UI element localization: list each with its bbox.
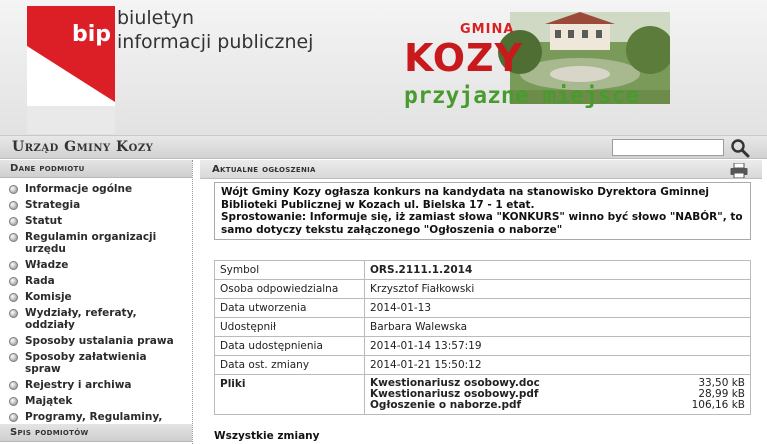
bullet-icon <box>9 201 18 210</box>
print-icon[interactable] <box>730 163 748 178</box>
sidebar-item-majatek[interactable]: Majątek <box>9 394 192 408</box>
table-row: Symbol ORS.2111.1.2014 <box>214 260 751 280</box>
meta-value: ORS.2111.1.2014 <box>364 260 751 280</box>
bullet-icon <box>9 261 18 270</box>
file-list: Kwestionariusz osobowy.doc 33,50 kB Kwes… <box>370 378 745 411</box>
sidebar-item-label[interactable]: Komisje <box>25 291 183 303</box>
meta-key: Data utworzenia <box>214 298 365 318</box>
sidebar-item-label[interactable]: Strategia <box>25 199 183 211</box>
table-row: Osoba odpowiedzialna Krzysztof Fiałkowsk… <box>214 279 751 299</box>
sidebar-item-regulamin[interactable]: Regulamin organizacji urzędu <box>9 230 192 256</box>
meta-value: Krzysztof Fiałkowski <box>364 279 751 299</box>
sidebar-divider <box>192 160 193 444</box>
sidebar-item-label[interactable]: Władze <box>25 259 183 271</box>
table-row-files: Pliki Kwestionariusz osobowy.doc 33,50 k… <box>214 374 751 415</box>
meta-key: Data ost. zmiany <box>214 355 365 375</box>
site-title[interactable]: Urząd Gminy Kozy <box>12 139 153 155</box>
files-cell: Kwestionariusz osobowy.doc 33,50 kB Kwes… <box>364 374 751 415</box>
sidebar-item-label[interactable]: Sposoby załatwienia spraw <box>25 351 183 375</box>
sidebar-item-label[interactable]: Rada <box>25 275 183 287</box>
bip-logo[interactable]: bip <box>27 6 115 134</box>
meta-key: Symbol <box>214 260 365 280</box>
sidebar-item-statut[interactable]: Statut <box>9 214 192 228</box>
table-row: Udostępnił Barbara Walewska <box>214 317 751 337</box>
meta-value: 2014-01-14 13:57:19 <box>364 336 751 356</box>
bip-badge-text: bip <box>72 22 111 47</box>
meta-value: 2014-01-13 <box>364 298 751 318</box>
sidebar-item-rada[interactable]: Rada <box>9 274 192 288</box>
meta-key: Osoba odpowiedzialna <box>214 279 365 299</box>
bullet-icon <box>9 381 18 390</box>
sidebar-item-informacje-ogolne[interactable]: Informacje ogólne <box>9 182 192 196</box>
bullet-icon <box>9 337 18 346</box>
sidebar-item-label[interactable]: Wydziały, referaty, oddziały <box>25 307 183 331</box>
sidebar-item-wladze[interactable]: Władze <box>9 258 192 272</box>
bullet-icon <box>9 397 18 406</box>
meta-key: Data udostępnienia <box>214 336 365 356</box>
sidebar-item-label[interactable]: Sposoby ustalania prawa <box>25 335 183 347</box>
file-link[interactable]: Ogłoszenie o naborze.pdf <box>370 400 521 411</box>
search-icon[interactable] <box>730 138 750 158</box>
sidebar-item-strategia[interactable]: Strategia <box>9 198 192 212</box>
bullet-icon <box>9 217 18 226</box>
sidebar-item-label[interactable]: Regulamin organizacji urzędu <box>25 231 183 255</box>
bullet-icon <box>9 277 18 286</box>
sidebar-item-wydzialy[interactable]: Wydziały, referaty, oddziały <box>9 306 192 332</box>
bip-line2: informacji publicznej <box>117 31 314 53</box>
bullet-icon <box>9 233 18 242</box>
meta-value: Barbara Walewska <box>364 317 751 337</box>
table-row: Data ost. zmiany 2014-01-21 15:50:12 <box>214 355 751 375</box>
file-size: 106,16 kB <box>691 399 745 411</box>
search-input[interactable] <box>612 139 724 156</box>
table-row: Data utworzenia 2014-01-13 <box>214 298 751 318</box>
bip-line1: biuletyn <box>117 7 195 29</box>
sidebar-item-label[interactable]: Informacje ogólne <box>25 183 183 195</box>
bullet-icon <box>9 413 18 422</box>
announcement-text: Wójt Gminy Kozy ogłasza konkurs na kandy… <box>221 186 710 211</box>
main-content: Aktualne ogłoszenia Wójt Gminy Kozy ogła… <box>200 160 762 444</box>
sidebar-item-label[interactable]: Majątek <box>25 395 183 407</box>
correction-text: Sprostowanie: Informuje się, iż zamiast … <box>221 211 743 236</box>
all-changes-link[interactable]: Wszystkie zmiany <box>214 430 319 442</box>
header: bip biuletyn informacji publicznej GMINA… <box>0 0 767 135</box>
kozy-label: KOZY <box>404 36 524 80</box>
slogan-label: przyjazne miejsce <box>404 83 640 109</box>
sidebar-item-label[interactable]: Statut <box>25 215 183 227</box>
title-bar: Urząd Gminy Kozy <box>0 135 767 159</box>
sidebar-item-sposoby-zalatwienia[interactable]: Sposoby załatwienia spraw <box>9 350 192 376</box>
sidebar-menu: Informacje ogólne Strategia Statut Regul… <box>0 178 192 436</box>
metadata-table: Symbol ORS.2111.1.2014 Osoba odpowiedzia… <box>214 260 751 415</box>
meta-value: 2014-01-21 15:50:12 <box>364 355 751 375</box>
meta-key: Udostępnił <box>214 317 365 337</box>
table-row: Data udostępnienia 2014-01-14 13:57:19 <box>214 336 751 356</box>
sidebar-item-sposoby-ustalania[interactable]: Sposoby ustalania prawa <box>9 334 192 348</box>
files-label: Pliki <box>214 374 365 415</box>
announcement-box: Wójt Gminy Kozy ogłasza konkurs na kandy… <box>214 182 751 240</box>
bullet-icon <box>9 353 18 362</box>
bip-wordmark: biuletyn informacji publicznej <box>117 6 313 54</box>
bullet-icon <box>9 309 18 318</box>
sidebar-item-label[interactable]: Rejestry i archiwa <box>25 379 183 391</box>
sidebar-item-rejestry[interactable]: Rejestry i archiwa <box>9 378 192 392</box>
dane-podmiotu-header: Dane podmiotu <box>0 160 192 178</box>
spis-podmiotow-header[interactable]: Spis podmiotów <box>0 424 192 442</box>
gmina-label: GMINA <box>460 22 515 37</box>
sidebar: Dane podmiotu Informacje ogólne Strategi… <box>0 160 192 444</box>
sidebar-item-komisje[interactable]: Komisje <box>9 290 192 304</box>
file-item: Ogłoszenie o naborze.pdf 106,16 kB <box>370 400 745 411</box>
bullet-icon <box>9 293 18 302</box>
section-header: Aktualne ogłoszenia <box>200 160 762 179</box>
bullet-icon <box>9 185 18 194</box>
